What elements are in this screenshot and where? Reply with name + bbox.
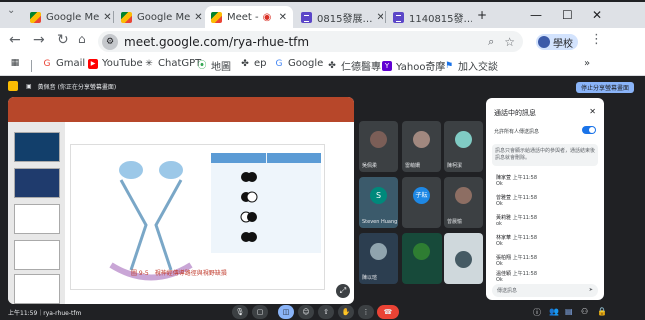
activities-icon[interactable]: ⚇: [581, 307, 588, 316]
recording-icon: ◉: [262, 11, 272, 23]
tab-doc-1140815[interactable]: 1140815發… ✕: [387, 6, 472, 28]
home-icon[interactable]: ⌂: [78, 32, 86, 46]
address-bar[interactable]: ⚙ meet.google.com/rya-rhue-tfm ⌕ ☆: [98, 31, 523, 52]
expand-icon[interactable]: ⤢: [336, 284, 350, 298]
mic-button[interactable]: 🎙: [232, 305, 248, 319]
slide-thumbnail[interactable]: [14, 204, 60, 234]
bookmark-rende[interactable]: ✤ 仁德醫專: [327, 58, 381, 74]
tab-google-meet-1[interactable]: Google Me ✕: [24, 6, 112, 28]
more-options-button[interactable]: ⋮: [358, 305, 374, 319]
presentation-icon: [8, 81, 18, 91]
close-tab-icon[interactable]: ✕: [99, 12, 111, 23]
zoom-icon[interactable]: ⌕: [488, 35, 494, 49]
navigation-bar: ← → ↻ ⌂ ⚙ meet.google.com/rya-rhue-tfm ⌕…: [0, 28, 645, 55]
close-tab-icon[interactable]: ✕: [190, 12, 202, 23]
more-bookmarks-icon[interactable]: »: [584, 58, 590, 69]
allow-messages-toggle[interactable]: [582, 126, 596, 134]
captions-button[interactable]: ◫: [278, 305, 294, 319]
bookmark-star-icon[interactable]: ☆: [504, 35, 515, 49]
more-menu-icon[interactable]: ⋮: [590, 32, 603, 47]
bookmark-ep[interactable]: ✤ ep: [240, 58, 266, 69]
camera-button[interactable]: ▢: [252, 305, 268, 319]
sharing-banner: ▣ 黃佩音 (你正在分享螢幕畫面) 停止分享螢幕畫面: [8, 80, 638, 93]
slide-thumbnail[interactable]: [14, 168, 60, 198]
back-arrow-icon[interactable]: ←: [9, 32, 21, 48]
bookmark-maps[interactable]: ⦿ 地圖: [197, 58, 231, 74]
chat-message: 黃莉雅 上午11:58 ok: [496, 215, 538, 227]
participant-tile[interactable]: S Steven Huang: [359, 177, 398, 228]
shared-screen: 圖 9-5 視神經傳導路徑與視野缺損 ⤢: [8, 97, 354, 304]
slide-caption: 圖 9-5 視神經傳導路徑與視野缺損: [131, 270, 227, 277]
participant-tile[interactable]: 曾晨愉: [444, 177, 483, 228]
close-tab-icon[interactable]: ✕: [372, 12, 383, 23]
send-icon[interactable]: ➤: [589, 287, 593, 293]
google-meet-icon: [121, 11, 132, 23]
tab-doc-0815[interactable]: 0815發展… ✕: [295, 6, 383, 28]
apps-grid-icon[interactable]: ▦: [10, 58, 24, 68]
new-tab-icon[interactable]: +: [477, 8, 487, 22]
allow-messages-label: 允許所有人傳送訊息: [494, 129, 540, 135]
participant-tile[interactable]: 吳佩柔: [359, 121, 398, 172]
close-tab-icon[interactable]: ✕: [275, 12, 287, 23]
chat-input[interactable]: 傳送訊息 ➤: [492, 284, 598, 297]
current-slide: 圖 9-5 視神經傳導路徑與視野缺損: [70, 144, 325, 290]
self-view-tile[interactable]: [444, 233, 483, 284]
present-button[interactable]: ⇧: [318, 305, 334, 319]
bookmark-join[interactable]: ⚑ 加入交談: [444, 58, 498, 74]
bookmark-google[interactable]: G Google: [274, 58, 324, 69]
participant-tile[interactable]: 陳以瑄: [359, 233, 398, 284]
avatar: [538, 36, 550, 48]
stop-sharing-button[interactable]: 停止分享螢幕畫面: [575, 82, 634, 93]
bookmark-gmail[interactable]: G Gmail: [42, 58, 86, 69]
slides-doc-icon: [301, 11, 312, 23]
close-chat-icon[interactable]: ✕: [589, 107, 596, 116]
bookmark-yahoo[interactable]: Y Yahoo奇摩: [382, 58, 445, 73]
slide-thumbnails: [8, 122, 65, 304]
emoji-button[interactable]: ☺: [298, 305, 314, 319]
site-settings-icon[interactable]: ⚙: [102, 33, 118, 50]
chat-message: 林家華 上午11:58 Ok: [496, 235, 538, 247]
present-screen-icon: ▣: [26, 82, 32, 90]
bookmarks-bar: ▦ G Gmail ▶ YouTube ✳ ChatGPT ⦿ 地圖 ✤ ep G Goog…: [0, 55, 645, 76]
tab-meet-active[interactable]: Meet - ◉ ✕: [205, 6, 293, 28]
meeting-code: 上午11:59｜rya-rhue-tfm: [8, 310, 82, 317]
participant-tile[interactable]: 子耘: [402, 177, 441, 228]
chat-message: 張柏翔 上午11:58 Ok: [496, 255, 538, 267]
chat-icon[interactable]: ▤: [565, 307, 573, 316]
meet-toolbar: 上午11:59｜rya-rhue-tfm 🎙 ▢ ◫ ☺ ⇧ ✋ ⋮ ☎ ⓘ 👥…: [0, 304, 645, 320]
slide-thumbnail[interactable]: [14, 274, 60, 304]
google-meet-icon: [211, 11, 222, 23]
ppt-ribbon: [8, 97, 354, 122]
participant-tile[interactable]: [402, 233, 442, 284]
minimize-icon[interactable]: —: [530, 8, 542, 22]
slide-thumbnail[interactable]: [14, 240, 60, 270]
chat-notice: 訊息只會顯示給通話中的參與者，通話結束後訊息就會刪除。: [492, 144, 598, 166]
forward-arrow-icon[interactable]: →: [33, 32, 45, 48]
google-meet-icon: [30, 11, 41, 23]
profile-chip[interactable]: 學校: [536, 34, 578, 50]
participant-tile[interactable]: 陳柯潔: [444, 121, 483, 172]
close-window-icon[interactable]: ✕: [592, 8, 602, 22]
tab-search-icon[interactable]: ⌄: [7, 5, 15, 16]
tab-strip: ⌄ Google Me ✕ Google Me ✕ Meet - ◉ ✕ 081…: [0, 0, 645, 28]
people-icon[interactable]: 👥: [549, 307, 559, 316]
chat-message: 溫佳穎 上午11:58 Ok: [496, 271, 538, 283]
bookmark-chatgpt[interactable]: ✳ ChatGPT: [144, 58, 201, 69]
participant-tile[interactable]: 雷萌姍: [402, 121, 441, 172]
chat-panel: 通話中的訊息 ✕ 允許所有人傳送訊息 訊息只會顯示給通話中的參與者，通話結束後訊…: [486, 98, 604, 300]
reload-icon[interactable]: ↻: [57, 32, 69, 48]
chat-title: 通話中的訊息: [494, 109, 536, 117]
url-text: meet.google.com/rya-rhue-tfm: [124, 34, 310, 49]
chat-message: 曾雅萱 上午11:58 Ok: [496, 195, 538, 207]
chat-message: 陳家萱 上午11:58 Ok: [496, 175, 538, 187]
tab-google-meet-2[interactable]: Google Me ✕: [115, 6, 203, 28]
slide-thumbnail[interactable]: [14, 132, 60, 162]
leave-call-button[interactable]: ☎: [377, 305, 399, 319]
host-controls-icon[interactable]: 🔒: [597, 307, 607, 316]
raise-hand-button[interactable]: ✋: [338, 305, 354, 319]
bookmark-youtube[interactable]: ▶ YouTube: [88, 58, 143, 69]
maximize-icon[interactable]: ☐: [562, 8, 573, 22]
slides-doc-icon: [393, 11, 404, 23]
info-icon[interactable]: ⓘ: [533, 307, 541, 318]
